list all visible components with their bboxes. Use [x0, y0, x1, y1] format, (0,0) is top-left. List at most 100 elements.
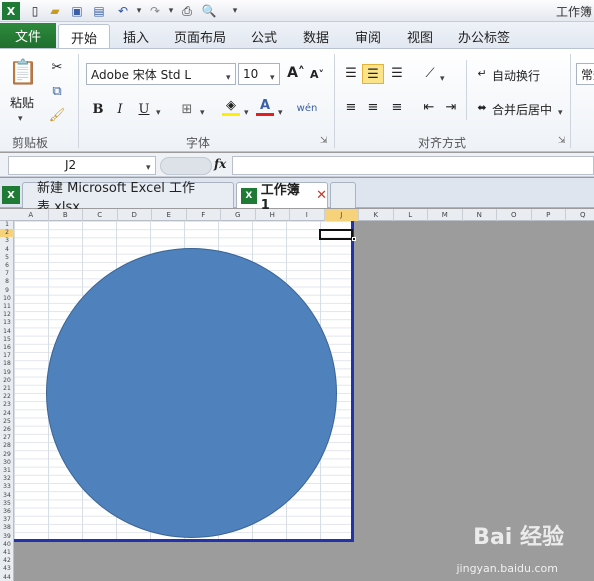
bold-button[interactable]: B	[90, 100, 106, 118]
tab-file[interactable]: 文件	[0, 23, 56, 48]
row-header[interactable]: 6	[0, 262, 14, 270]
borders-dropdown-icon[interactable]: ▾	[200, 104, 205, 118]
row-header[interactable]: 33	[0, 483, 14, 491]
font-name-combo[interactable]: Adobe 宋体 Std L	[86, 63, 236, 85]
row-header[interactable]: 26	[0, 426, 14, 434]
column-header[interactable]: G	[221, 209, 256, 221]
new-file-icon[interactable]: ▯	[26, 2, 44, 20]
row-header[interactable]: 5	[0, 254, 14, 262]
column-header[interactable]: D	[118, 209, 152, 221]
align-top-icon[interactable]: ☰	[342, 64, 360, 82]
orientation-icon[interactable]: ⟋	[420, 64, 440, 82]
fill-color-icon[interactable]: ◈	[222, 98, 240, 116]
row-header[interactable]: 21	[0, 385, 14, 393]
column-header[interactable]: F	[187, 209, 221, 221]
align-center-icon[interactable]: ≡	[364, 98, 382, 116]
fill-color-dropdown-icon[interactable]: ▾	[244, 104, 249, 118]
alignment-dialog-launcher-icon[interactable]: ⇲	[558, 136, 566, 146]
italic-button[interactable]: I	[112, 100, 128, 118]
decrease-indent-icon[interactable]: ⇤	[420, 98, 438, 116]
open-folder-icon[interactable]: ▰	[46, 2, 64, 20]
row-header[interactable]: 32	[0, 475, 14, 483]
row-header[interactable]: 7	[0, 270, 14, 278]
tab-review[interactable]: 审阅	[348, 24, 388, 48]
paste-dropdown-icon[interactable]: ▾	[18, 110, 23, 124]
tab-page-layout[interactable]: 页面布局	[168, 24, 232, 48]
tab-data[interactable]: 数据	[296, 24, 336, 48]
row-header[interactable]: 27	[0, 434, 14, 442]
row-header[interactable]: 14	[0, 328, 14, 336]
column-header[interactable]: J	[324, 209, 359, 221]
row-header[interactable]: 13	[0, 319, 14, 327]
column-header[interactable]: L	[394, 209, 428, 221]
column-header[interactable]: N	[463, 209, 497, 221]
paste-icon[interactable]: 📋	[8, 56, 38, 88]
column-header[interactable]: Q	[566, 209, 594, 221]
row-header[interactable]: 12	[0, 311, 14, 319]
row-header[interactable]: 35	[0, 500, 14, 508]
font-dialog-launcher-icon[interactable]: ⇲	[320, 136, 328, 146]
workbook-tab-new[interactable]: 新建 Microsoft Excel 工作表.xlsx	[22, 181, 234, 215]
row-header[interactable]: 18	[0, 360, 14, 368]
phonetic-icon[interactable]: wén	[296, 98, 318, 118]
font-color-dropdown-icon[interactable]: ▾	[278, 104, 283, 118]
column-header[interactable]: K	[359, 209, 394, 221]
fill-handle[interactable]	[352, 237, 356, 241]
decrease-font-icon[interactable]: A˅	[310, 66, 324, 82]
copy-icon[interactable]: ⧉	[48, 82, 66, 100]
new-workbook-tab-button[interactable]	[330, 182, 356, 208]
format-painter-icon[interactable]: 🖌	[48, 106, 66, 124]
row-header[interactable]: 20	[0, 377, 14, 385]
formula-input[interactable]	[232, 156, 594, 175]
row-header[interactable]: 8	[0, 278, 14, 286]
tab-insert[interactable]: 插入	[116, 24, 156, 48]
column-header[interactable]: I	[290, 209, 325, 221]
align-left-icon[interactable]: ≡	[342, 98, 360, 116]
row-header[interactable]: 15	[0, 336, 14, 344]
row-header[interactable]: 19	[0, 369, 14, 377]
merge-center-dropdown-icon[interactable]: ▾	[558, 104, 563, 118]
save-as-icon[interactable]: ▤	[90, 2, 108, 20]
print-icon[interactable]: ⎙	[178, 2, 196, 20]
row-header[interactable]: 25	[0, 418, 14, 426]
align-bottom-icon[interactable]: ☰	[388, 64, 406, 82]
row-header[interactable]: 30	[0, 459, 14, 467]
align-right-icon[interactable]: ≡	[388, 98, 406, 116]
increase-font-icon[interactable]: A˄	[287, 64, 305, 82]
row-header[interactable]: 10	[0, 295, 14, 303]
underline-dropdown-icon[interactable]: ▾	[156, 104, 161, 118]
row-header[interactable]: 36	[0, 508, 14, 516]
row-header[interactable]: 2	[0, 229, 14, 238]
print-preview-icon[interactable]: 🔍	[200, 2, 218, 20]
row-header[interactable]: 44	[0, 574, 14, 581]
selected-cell[interactable]	[319, 229, 353, 240]
column-header[interactable]: O	[497, 209, 532, 221]
row-header[interactable]: 22	[0, 393, 14, 401]
column-header[interactable]: B	[49, 209, 83, 221]
column-header[interactable]: P	[532, 209, 566, 221]
row-header[interactable]: 28	[0, 442, 14, 450]
column-header[interactable]: C	[83, 209, 118, 221]
column-header[interactable]: E	[152, 209, 187, 221]
row-header[interactable]: 42	[0, 557, 14, 565]
row-header[interactable]: 43	[0, 565, 14, 573]
row-header[interactable]: 23	[0, 401, 14, 409]
underline-button[interactable]: U	[136, 100, 152, 118]
merge-center-icon[interactable]: ⬌	[474, 98, 490, 116]
wrap-text-icon[interactable]: ↵	[474, 64, 490, 82]
number-format-combo[interactable]: 常规	[576, 63, 594, 85]
tab-formulas[interactable]: 公式	[244, 24, 284, 48]
row-header[interactable]: 1	[0, 221, 14, 229]
orientation-dropdown-icon[interactable]: ▾	[440, 70, 445, 84]
align-middle-icon[interactable]: ☰	[362, 64, 384, 84]
name-box[interactable]: J2	[8, 156, 156, 175]
close-icon[interactable]: ✕	[316, 188, 327, 203]
workbook-tab-active[interactable]: X 工作簿1 ✕	[236, 182, 328, 213]
row-header[interactable]: 4	[0, 246, 14, 254]
paste-button[interactable]: 粘贴	[10, 94, 34, 111]
insert-function-button[interactable]: fx	[214, 157, 226, 171]
tab-view[interactable]: 视图	[400, 24, 440, 48]
merge-center-button[interactable]: 合并后居中	[492, 101, 552, 118]
font-color-icon[interactable]: A	[256, 98, 274, 116]
row-header[interactable]: 34	[0, 492, 14, 500]
